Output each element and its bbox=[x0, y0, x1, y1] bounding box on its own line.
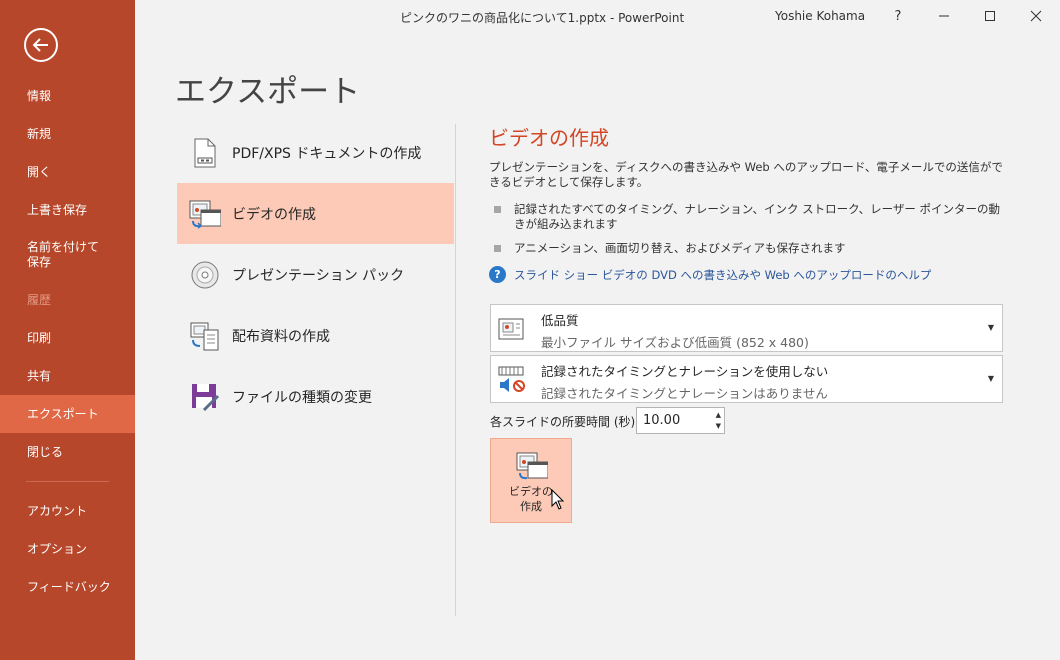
no-narration-icon bbox=[498, 366, 525, 392]
spin-up-icon[interactable]: ▲ bbox=[716, 411, 721, 419]
nav-share[interactable]: 共有 bbox=[0, 357, 135, 395]
close-icon bbox=[1030, 10, 1042, 22]
bullet-text: 記録されたすべてのタイミング、ナレーション、インク ストローク、レーザー ポイン… bbox=[514, 202, 1001, 231]
slide-duration-value[interactable]: 10.00 bbox=[643, 413, 680, 428]
timing-description: 記録されたタイミングとナレーションはありません bbox=[541, 386, 828, 401]
chevron-down-icon: ▼ bbox=[987, 323, 994, 332]
option-label: ファイルの種類の変更 bbox=[232, 389, 372, 406]
nav-feedback[interactable]: フィードバック bbox=[0, 568, 135, 606]
list-item: 記録されたすべてのタイミング、ナレーション、インク ストローク、レーザー ポイン… bbox=[489, 202, 1009, 232]
bullet-text: アニメーション、画面切り替え、およびメディアも保存されます bbox=[514, 241, 846, 255]
nav-divider bbox=[26, 481, 109, 482]
option-label: PDF/XPS ドキュメントの作成 bbox=[232, 145, 422, 162]
title-bar: ピンクのワニの商品化について1.pptx - PowerPoint Yoshie… bbox=[135, 0, 1060, 32]
sidebar-nav: 情報 新規 開く 上書き保存 名前を付けて 保存 履歴 印刷 共有 エクスポート… bbox=[0, 77, 135, 606]
nav-info[interactable]: 情報 bbox=[0, 77, 135, 115]
close-button[interactable] bbox=[1013, 0, 1059, 32]
handouts-icon bbox=[190, 322, 218, 350]
option-package-presentation[interactable]: プレゼンテーション パック bbox=[177, 244, 454, 305]
nav-close[interactable]: 閉じる bbox=[0, 433, 135, 471]
cd-package-icon bbox=[191, 261, 218, 288]
maximize-button[interactable] bbox=[967, 0, 1013, 32]
spin-down-icon[interactable]: ▼ bbox=[716, 422, 721, 430]
minimize-icon bbox=[939, 15, 949, 17]
option-change-file-type[interactable]: ファイルの種類の変更 bbox=[177, 366, 454, 427]
video-icon bbox=[516, 452, 548, 480]
timing-selected: 記録されたタイミングとナレーションを使用しない bbox=[541, 364, 829, 379]
help-link[interactable]: ? スライド ショー ビデオの DVD への書き込みや Web へのアップロード… bbox=[489, 266, 1009, 283]
nav-new[interactable]: 新規 bbox=[0, 115, 135, 153]
panel-title: ビデオの作成 bbox=[489, 126, 609, 150]
option-create-video[interactable]: ビデオの作成 bbox=[177, 183, 454, 244]
option-create-handouts[interactable]: 配布資料の作成 bbox=[177, 305, 454, 366]
slide-duration-input[interactable]: 10.00 ▲ ▼ bbox=[636, 407, 725, 434]
panel-description: プレゼンテーションを、ディスクへの書き込みや Web へのアップロード、電子メー… bbox=[489, 160, 1003, 189]
nav-save[interactable]: 上書き保存 bbox=[0, 191, 135, 229]
help-link-text[interactable]: スライド ショー ビデオの DVD への書き込みや Web へのアップロードのヘ… bbox=[514, 267, 931, 283]
user-name[interactable]: Yoshie Kohama bbox=[775, 9, 865, 23]
option-label: 配布資料の作成 bbox=[232, 328, 330, 345]
slide-duration-label: 各スライドの所要時間 (秒): bbox=[490, 415, 640, 429]
video-icon bbox=[189, 200, 221, 229]
nav-open[interactable]: 開く bbox=[0, 153, 135, 191]
nav-account[interactable]: アカウント bbox=[0, 492, 135, 530]
presentation-quality-icon bbox=[498, 318, 524, 340]
option-label: プレゼンテーション パック bbox=[232, 267, 405, 284]
quality-dropdown[interactable]: 低品質 最小ファイル サイズおよび低画質 (852 x 480) ▼ bbox=[490, 304, 1003, 352]
nav-export[interactable]: エクスポート bbox=[0, 395, 135, 433]
quality-description: 最小ファイル サイズおよび低画質 (852 x 480) bbox=[541, 335, 809, 350]
panel-divider bbox=[455, 124, 456, 616]
window-title: ピンクのワニの商品化について1.pptx - PowerPoint bbox=[400, 11, 685, 25]
nav-history: 履歴 bbox=[27, 292, 52, 307]
nav-save-as[interactable]: 名前を付けて 保存 bbox=[0, 229, 135, 281]
feature-list: 記録されたすべてのタイミング、ナレーション、インク ストローク、レーザー ポイン… bbox=[489, 202, 1009, 256]
pdf-document-icon bbox=[194, 138, 215, 167]
quality-selected: 低品質 bbox=[541, 313, 579, 328]
chevron-down-icon: ▼ bbox=[987, 374, 994, 383]
option-label: ビデオの作成 bbox=[232, 206, 316, 223]
bullet-square bbox=[494, 206, 501, 213]
export-options-list: PDF/XPS ドキュメントの作成 ビデオの作成 プレゼンテーション パック 配… bbox=[177, 122, 454, 427]
page-title: エクスポート bbox=[175, 74, 361, 110]
timing-dropdown[interactable]: 記録されたタイミングとナレーションを使用しない 記録されたタイミングとナレーショ… bbox=[490, 355, 1003, 403]
help-question-icon: ? bbox=[489, 266, 506, 283]
back-arrow-icon bbox=[32, 38, 48, 52]
bullet-square bbox=[494, 245, 501, 252]
maximize-icon bbox=[985, 11, 995, 21]
nav-print[interactable]: 印刷 bbox=[0, 319, 135, 357]
list-item: アニメーション、画面切り替え、およびメディアも保存されます bbox=[489, 241, 1009, 256]
backstage-sidebar: 情報 新規 開く 上書き保存 名前を付けて 保存 履歴 印刷 共有 エクスポート… bbox=[0, 0, 135, 660]
save-file-icon bbox=[191, 383, 219, 411]
nav-options[interactable]: オプション bbox=[0, 530, 135, 568]
help-button[interactable]: ? bbox=[875, 0, 921, 32]
mouse-pointer-icon bbox=[551, 489, 565, 510]
back-button[interactable] bbox=[24, 28, 58, 62]
minimize-button[interactable] bbox=[921, 0, 967, 32]
video-panel: ビデオの作成 プレゼンテーションを、ディスクへの書き込みや Web へのアップロ… bbox=[489, 122, 1009, 283]
option-create-pdf[interactable]: PDF/XPS ドキュメントの作成 bbox=[177, 122, 454, 183]
